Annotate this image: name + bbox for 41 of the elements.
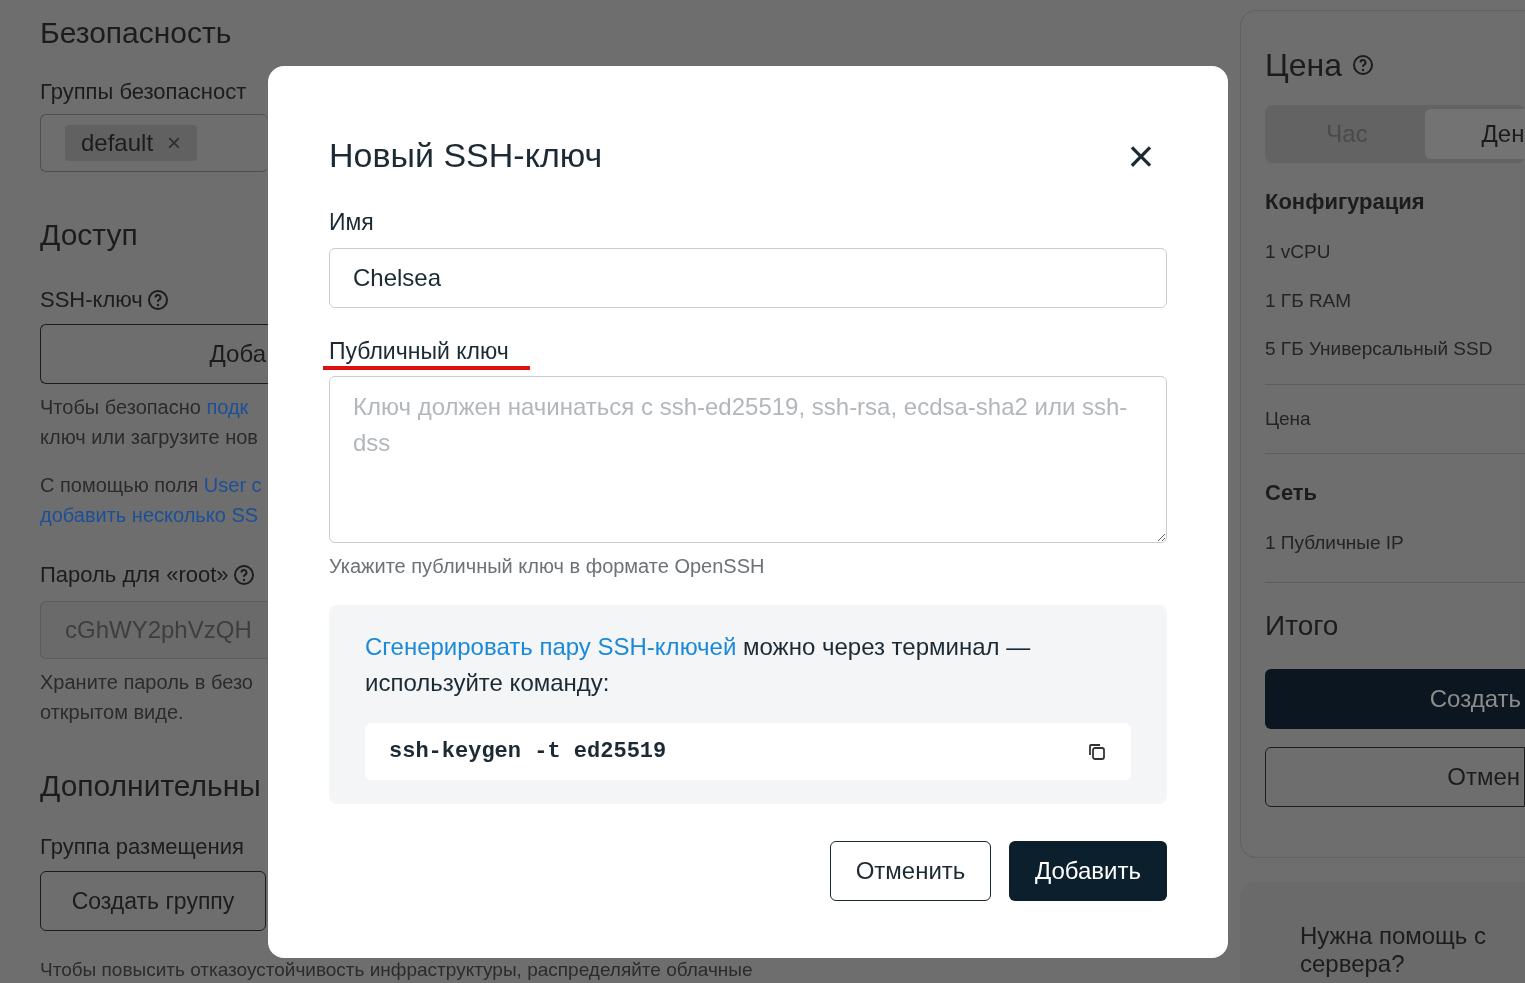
section-heading: Доступ (40, 217, 139, 253)
create-server-button[interactable]: Создать (1265, 668, 1525, 729)
cancel-button[interactable]: Отмен (1265, 746, 1525, 807)
summary-item: 1 Публичные IP (1265, 531, 1405, 555)
create-group-button[interactable]: Создать группу (40, 871, 266, 931)
hint-text: Укажите публичный ключ в формате OpenSSH (329, 554, 766, 579)
price-heading: Цена (1265, 46, 1342, 85)
public-key-input[interactable]: Ключ должен начинаться с ssh-ed25519, ssh-rsa, ecdsa-sha2 или ssh-dss (329, 376, 1167, 543)
field-label: Группы безопасност (40, 78, 248, 106)
summary-item: Цена (1265, 406, 1312, 431)
add-button[interactable]: Добавить (1009, 841, 1167, 901)
summary-item: 5 ГБ Универсальный SSD (1265, 337, 1494, 361)
summary-item: 1 ГБ RAM (1265, 288, 1353, 313)
cancel-button[interactable]: Отменить (830, 841, 991, 901)
hint-text: Чтобы повысить отказоустойчивость инфраструктуры, распределяйте облачные (40, 958, 753, 982)
command-text: ssh-keygen -t ed25519 (389, 738, 667, 766)
section-heading: Дополнительны (40, 768, 262, 804)
field-label: Имя (329, 208, 375, 237)
field-label: Публичный ключ (329, 337, 509, 364)
help-title: Нужна помощь с сервера? (1300, 922, 1488, 978)
period-tab[interactable]: Ден (1425, 109, 1525, 159)
section-heading: Безопасность (40, 15, 233, 51)
remove-icon[interactable]: × (167, 125, 182, 161)
field-label: SSH-ключ (40, 286, 143, 314)
generate-keys-link[interactable]: Сгенерировать пару SSH-ключей (365, 633, 737, 660)
section-heading: Сеть (1265, 479, 1319, 507)
modal-title: Новый SSH-ключ (329, 135, 603, 176)
help-icon (1351, 54, 1374, 76)
name-input[interactable]: Chelsea (329, 247, 1167, 308)
section-heading: Конфигурация (1265, 188, 1426, 216)
total-label: Итого (1265, 608, 1340, 643)
tag-label: default (81, 128, 154, 158)
close-button[interactable]: × (1121, 135, 1161, 176)
hint-text: Храните пароль в безо открытом виде. (40, 670, 254, 725)
copy-icon[interactable] (1087, 741, 1107, 762)
summary-item: 1 vCPU (1265, 240, 1332, 264)
field-label: Группа размещения (40, 833, 245, 861)
help-icon (146, 288, 169, 311)
field-label: Пароль для «root» (40, 561, 229, 589)
info-text: Сгенерировать пару SSH-ключей можно через терминал — используйте команду: (365, 632, 1032, 698)
help-icon (232, 563, 255, 586)
